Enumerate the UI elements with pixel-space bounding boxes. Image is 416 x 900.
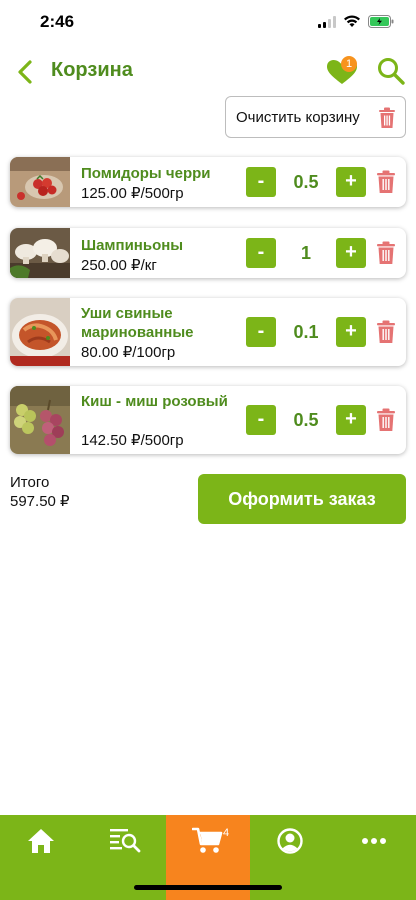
clear-cart-button[interactable]: Очистить корзину: [225, 96, 406, 138]
cart-count-badge: 4: [223, 827, 230, 839]
product-image-pink-grapes: [10, 386, 70, 454]
search-icon[interactable]: [376, 56, 406, 86]
increase-qty-button[interactable]: +: [336, 405, 366, 435]
cart-item: Уши свиные маринованные 80.00 ₽/100гр - …: [10, 298, 406, 366]
item-price: 125.00 ₽/500гр: [81, 185, 184, 202]
item-price: 80.00 ₽/100гр: [81, 344, 176, 361]
clear-cart-label: Очистить корзину: [236, 109, 360, 126]
favorites-badge: 1: [341, 56, 357, 72]
delete-item-trash-icon[interactable]: [376, 320, 396, 344]
home-indicator: [134, 885, 282, 890]
item-price: 142.50 ₽/500гр: [81, 432, 184, 449]
catalog-search-icon: [110, 829, 141, 853]
qty-value: 0.5: [293, 172, 319, 192]
item-name: Уши свиные маринованные: [81, 305, 194, 341]
status-time: 2:46: [40, 12, 75, 31]
increase-qty-button[interactable]: +: [336, 167, 366, 197]
profile-icon: [277, 828, 303, 854]
page-title: Корзина: [51, 59, 133, 81]
product-image-champignons: [10, 228, 70, 278]
checkout-button[interactable]: Оформить заказ: [198, 474, 406, 524]
battery-icon: [368, 15, 394, 28]
cart-item: Помидоры черри 125.00 ₽/500гр - 0.5 +: [10, 157, 406, 207]
decrease-qty-button[interactable]: -: [246, 405, 276, 435]
tab-more[interactable]: [333, 815, 416, 900]
item-name: Шампиньоны: [81, 237, 184, 254]
qty-value: 0.1: [293, 322, 319, 342]
product-image-cherry-tomatoes: [10, 157, 70, 207]
increase-qty-button[interactable]: +: [336, 317, 366, 347]
qty-value: 1: [300, 243, 311, 263]
decrease-qty-button[interactable]: -: [246, 317, 276, 347]
status-bar: 2:46: [0, 0, 416, 44]
more-icon: [362, 838, 386, 844]
trash-icon: [379, 107, 395, 128]
increase-qty-button[interactable]: +: [336, 238, 366, 268]
delete-item-trash-icon[interactable]: [376, 408, 396, 432]
total-value: 597.50 ₽: [10, 493, 70, 510]
cart-icon: [192, 827, 223, 853]
delete-item-trash-icon[interactable]: [376, 170, 396, 194]
tab-home[interactable]: [0, 815, 83, 900]
cellular-signal-icon: [318, 16, 336, 28]
delete-item-trash-icon[interactable]: [376, 241, 396, 265]
back-arrow-icon[interactable]: [14, 56, 38, 88]
decrease-qty-button[interactable]: -: [246, 167, 276, 197]
product-image-marinated-pork-ears: [10, 298, 70, 366]
cart-item: Киш - миш розовый 142.50 ₽/500гр - 0.5 +: [10, 386, 406, 454]
total-label: Итого: [10, 474, 50, 491]
decrease-qty-button[interactable]: -: [246, 238, 276, 268]
home-icon: [28, 829, 54, 853]
qty-value: 0.5: [293, 410, 319, 430]
wifi-icon: [344, 15, 360, 27]
item-name: Помидоры черри: [81, 165, 211, 182]
cart-item: Шампиньоны 250.00 ₽/кг - 1 +: [10, 228, 406, 278]
item-name: Киш - миш розовый: [81, 393, 228, 410]
item-price: 250.00 ₽/кг: [81, 257, 157, 274]
header: Корзина 1: [0, 52, 416, 92]
